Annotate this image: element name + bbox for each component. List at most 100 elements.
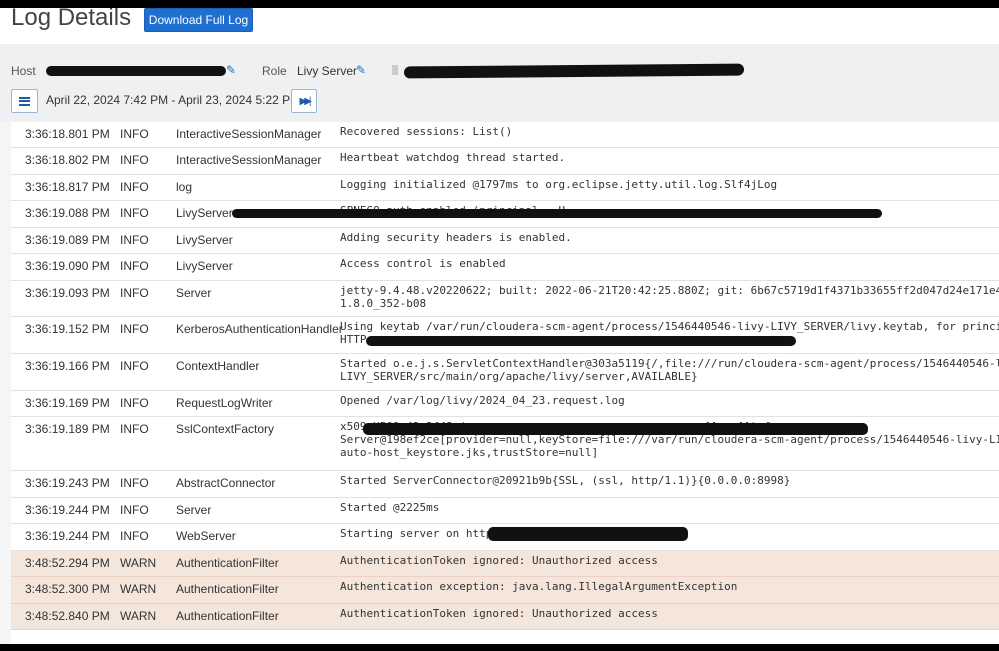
log-source: WebServer — [176, 529, 236, 543]
log-message: Adding security headers is enabled. — [340, 231, 572, 244]
log-time: 3:36:18.802 PM — [25, 153, 110, 167]
host-edit-pencil-icon[interactable]: ✎ — [226, 63, 236, 77]
log-source: InteractiveSessionManager — [176, 127, 322, 141]
extra-label — [392, 65, 398, 75]
skip-to-end-button[interactable]: ▶▶| — [291, 89, 317, 113]
log-level: INFO — [120, 396, 149, 410]
role-label: Role — [262, 64, 287, 78]
log-source: LivyServer — [176, 259, 233, 273]
log-source: RequestLogWriter — [176, 396, 273, 410]
log-message: Logging initialized @1797ms to org.eclip… — [340, 178, 778, 191]
log-level: INFO — [120, 422, 149, 436]
log-time: 3:36:19.243 PM — [25, 476, 110, 490]
log-time: 3:48:52.300 PM — [25, 582, 110, 596]
role-edit-pencil-icon[interactable]: ✎ — [356, 63, 366, 77]
log-time: 3:48:52.840 PM — [25, 609, 110, 623]
log-source: LivyServer — [176, 206, 233, 220]
log-source: AbstractConnector — [176, 476, 276, 490]
log-level: INFO — [120, 322, 149, 336]
log-time: 3:36:19.244 PM — [25, 503, 110, 517]
log-row: 3:36:19.189 PMINFOSslContextFactoryx509=… — [11, 417, 999, 471]
role-value: Livy Server — [297, 64, 358, 78]
log-time: 3:36:19.093 PM — [25, 286, 110, 300]
log-message: AuthenticationToken ignored: Unauthorize… — [340, 607, 658, 620]
host-label: Host — [11, 64, 36, 78]
log-row: 3:48:52.294 PM WARN AuthenticationFilter Au… — [11, 551, 999, 577]
log-level: INFO — [120, 233, 149, 247]
log-time: 3:36:19.166 PM — [25, 359, 110, 373]
log-message: Started o.e.j.s.ServletContextHandler@30… — [340, 357, 999, 383]
log-source: LivyServer — [176, 233, 233, 247]
log-message: Access control is enabled — [340, 257, 506, 270]
log-time: 3:36:19.152 PM — [25, 322, 110, 336]
log-info-bar: Host ✎ Role Livy Server ✎ April 22, 2024… — [0, 44, 999, 122]
log-row: 3:36:19.243 PM INFO AbstractConnector Start… — [11, 471, 999, 498]
log-row: 3:36:19.244 PM INFO WebServer Starting serv… — [11, 524, 999, 551]
log-row: 3:48:52.300 PM WARN AuthenticationFilter Au… — [11, 577, 999, 604]
log-row: 3:36:19.088 PMINFOLivyServerSPNEGO auth … — [11, 201, 999, 228]
log-level: INFO — [120, 127, 149, 141]
log-message: Authentication exception: java.lang.Ille… — [340, 580, 738, 593]
list-view-button[interactable] — [11, 89, 38, 113]
redacted-text — [488, 527, 688, 541]
skip-to-end-icon: ▶▶| — [299, 95, 312, 107]
log-source: KerberosAuthenticationHandler — [176, 322, 343, 336]
title-bar: Log Details Download Full Log — [0, 8, 999, 44]
log-row: 3:36:18.802 PM INFO InteractiveSessionMana… — [11, 148, 999, 175]
log-level: INFO — [120, 476, 149, 490]
log-message: jetty-9.4.48.v20220622; built: 2022-06-2… — [340, 284, 999, 310]
extra-value-redacted — [403, 63, 745, 79]
log-source: InteractiveSessionManager — [176, 153, 322, 167]
log-source: Server — [176, 286, 212, 300]
log-time: 3:36:19.089 PM — [25, 233, 110, 247]
log-row: 3:36:18.817 PM INFO log Logging initialized… — [11, 175, 999, 201]
log-time: 3:36:19.090 PM — [25, 259, 110, 273]
log-row: 3:36:19.166 PM INFO ContextHandler Started … — [11, 354, 999, 391]
log-source: AuthenticationFilter — [176, 609, 279, 623]
log-row: 3:36:19.093 PM INFO Server jetty-9.4.48.v20… — [11, 281, 999, 317]
log-table[interactable]: 3:36:18.801 PM INFO InteractiveSessionMana… — [11, 122, 999, 644]
log-time: 3:36:18.801 PM — [25, 127, 110, 141]
log-source: AuthenticationFilter — [176, 582, 279, 596]
log-source: ContextHandler — [176, 359, 260, 373]
log-source: SslContextFactory — [176, 422, 275, 436]
log-level: INFO — [120, 503, 149, 517]
log-row: 3:36:18.801 PM INFO InteractiveSessionMana… — [11, 122, 999, 148]
redacted-text — [366, 336, 796, 346]
log-level: WARN — [120, 609, 157, 623]
log-message: Recovered sessions: List() — [340, 125, 513, 138]
log-level: INFO — [120, 286, 149, 300]
log-message: Heartbeat watchdog thread started. — [340, 151, 566, 164]
log-message: AuthenticationToken ignored: Unauthorize… — [340, 554, 658, 567]
log-row: 3:36:19.089 PM INFO LivyServer Adding secur… — [11, 228, 999, 254]
log-message: Started @2225ms — [340, 501, 440, 514]
log-time: 3:48:52.294 PM — [25, 556, 110, 570]
log-source: Server — [176, 503, 212, 517]
log-time: 3:36:18.817 PM — [25, 180, 110, 194]
log-source: AuthenticationFilter — [176, 556, 279, 570]
log-row: 3:36:19.169 PM INFO RequestLogWriter Opened… — [11, 391, 999, 417]
log-level: INFO — [120, 259, 149, 273]
log-row: 3:36:19.090 PM INFO LivyServer Access contr… — [11, 254, 999, 281]
log-row: 3:36:19.244 PM INFO Server Started @2225ms — [11, 498, 999, 524]
log-source: log — [176, 180, 193, 194]
log-level: INFO — [120, 206, 149, 220]
log-details-screen: Log Details Download Full Log Host ✎ Rol… — [0, 8, 999, 644]
log-time: 3:36:19.244 PM — [25, 529, 110, 543]
redacted-text — [363, 423, 868, 435]
page-title: Log Details — [11, 8, 132, 31]
redacted-text — [232, 209, 882, 218]
log-level: INFO — [120, 153, 149, 167]
log-level: INFO — [120, 359, 149, 373]
log-level: INFO — [120, 180, 149, 194]
log-level: WARN — [120, 582, 157, 596]
log-message: Started ServerConnector@20921b9b{SSL, (s… — [340, 474, 791, 487]
list-icon — [19, 96, 30, 106]
log-row: 3:36:19.152 PM INFO KerberosAuthentication… — [11, 317, 999, 354]
date-range: April 22, 2024 7:42 PM - April 23, 2024 … — [46, 93, 301, 107]
log-level: INFO — [120, 529, 149, 543]
log-level: WARN — [120, 556, 157, 570]
log-time: 3:36:19.169 PM — [25, 396, 110, 410]
download-full-log-button[interactable]: Download Full Log — [144, 8, 253, 32]
log-row: 3:48:52.840 PM WARN AuthenticationFilter Au… — [11, 604, 999, 630]
